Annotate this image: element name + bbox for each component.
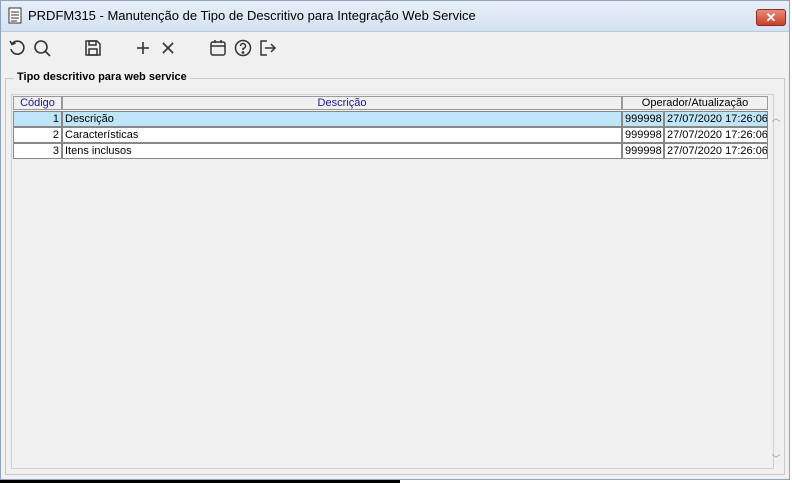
- cell-atualizacao[interactable]: 27/07/2020 17:26:06: [664, 143, 768, 159]
- cell-operador[interactable]: 999998: [622, 143, 664, 159]
- group-label: Tipo descritivo para web service: [14, 71, 190, 83]
- cell-codigo[interactable]: 3: [13, 143, 62, 159]
- calendar-button[interactable]: [208, 38, 228, 58]
- cell-operador[interactable]: 999998: [622, 127, 664, 143]
- delete-button[interactable]: [158, 38, 178, 58]
- toolbar: [1, 32, 789, 64]
- table-row[interactable]: 2 Características 999998 27/07/2020 17:2…: [13, 127, 768, 143]
- vertical-scrollbar[interactable]: ︿ ﹀: [769, 112, 783, 467]
- data-grid: Código Descrição Operador/Atualização 1 …: [11, 94, 781, 469]
- save-button[interactable]: [83, 38, 103, 58]
- search-button[interactable]: [32, 38, 52, 58]
- scroll-up-icon[interactable]: ︿: [771, 114, 781, 123]
- close-button[interactable]: ✕: [756, 9, 786, 26]
- help-icon: [234, 39, 252, 57]
- add-button[interactable]: [133, 38, 153, 58]
- web-service-group: Tipo descritivo para web service Código …: [5, 71, 785, 475]
- refresh-button[interactable]: [7, 38, 27, 58]
- cell-atualizacao[interactable]: 27/07/2020 17:26:06: [664, 111, 768, 127]
- cell-codigo[interactable]: 1: [13, 111, 62, 127]
- cell-codigo[interactable]: 2: [13, 127, 62, 143]
- refresh-icon: [9, 40, 25, 55]
- search-icon: [34, 40, 51, 57]
- calendar-icon: [210, 40, 226, 56]
- column-header-codigo[interactable]: Código: [13, 96, 62, 110]
- scroll-down-icon[interactable]: ﹀: [771, 455, 781, 464]
- help-button[interactable]: [233, 38, 253, 58]
- column-header-operador[interactable]: Operador/Atualização: [622, 96, 768, 110]
- exit-button[interactable]: [258, 38, 278, 58]
- cell-atualizacao[interactable]: 27/07/2020 17:26:06: [664, 127, 768, 143]
- cell-descricao[interactable]: Características: [62, 127, 622, 143]
- add-icon: [137, 42, 149, 54]
- save-icon: [85, 40, 101, 56]
- app-window: PRDFM315 - Manutenção de Tipo de Descrit…: [0, 0, 790, 480]
- window-title: PRDFM315 - Manutenção de Tipo de Descrit…: [28, 8, 476, 23]
- cell-descricao[interactable]: Descrição: [62, 111, 622, 127]
- table-row[interactable]: 1 Descrição 999998 27/07/2020 17:26:06: [13, 111, 768, 127]
- title-bar: PRDFM315 - Manutenção de Tipo de Descrit…: [1, 1, 789, 32]
- document-icon: [8, 7, 22, 24]
- table-row[interactable]: 3 Itens inclusos 999998 27/07/2020 17:26…: [13, 143, 768, 159]
- column-header-descricao[interactable]: Descrição: [62, 96, 622, 110]
- exit-icon: [260, 40, 277, 56]
- cell-operador[interactable]: 999998: [622, 111, 664, 127]
- cell-descricao[interactable]: Itens inclusos: [62, 143, 622, 159]
- delete-icon: [162, 42, 174, 54]
